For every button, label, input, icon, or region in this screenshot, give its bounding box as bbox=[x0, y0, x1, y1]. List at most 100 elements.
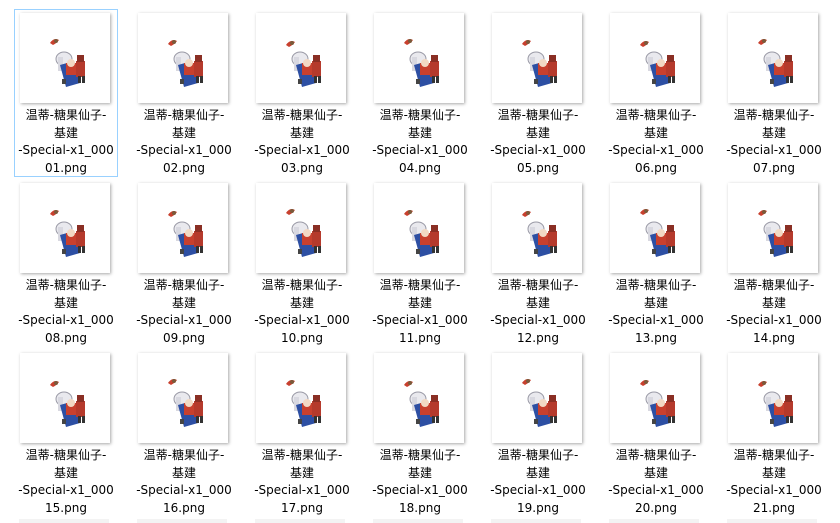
sprite-thumbnail-icon bbox=[522, 40, 557, 87]
file-item[interactable]: 温蒂-糖果仙子- 基建 -Special-x1_000 16.png bbox=[132, 349, 236, 517]
file-item[interactable]: 温蒂-糖果仙子- 基建 -Special-x1_000 15.png bbox=[14, 349, 118, 517]
file-item[interactable]: 温蒂-糖果仙子- 基建 -Special-x1_000 13.png bbox=[604, 179, 708, 347]
file-name-line: -Special-x1_000 bbox=[726, 313, 822, 327]
partial-thumbnail bbox=[137, 519, 227, 523]
file-name-line: -Special-x1_000 bbox=[372, 483, 468, 497]
file-name-line: 温蒂-糖果仙子- bbox=[25, 448, 107, 462]
file-name: 温蒂-糖果仙子- 基建 -Special-x1_000 15.png bbox=[15, 447, 117, 517]
file-item[interactable]: 温蒂-糖果仙子- 基建 -Special-x1_000 04.png bbox=[368, 9, 472, 177]
file-name: 温蒂-糖果仙子- 基建 -Special-x1_000 08.png bbox=[15, 277, 117, 347]
file-item[interactable]: 温蒂-糖果仙子- 基建 -Special-x1_000 05.png bbox=[486, 9, 590, 177]
file-name-line: -Special-x1_000 bbox=[490, 143, 586, 157]
image-thumbnail[interactable] bbox=[728, 13, 818, 103]
file-name-line: 温蒂-糖果仙子- bbox=[143, 278, 225, 292]
file-name-line: 02.png bbox=[163, 160, 205, 175]
image-thumbnail[interactable] bbox=[374, 183, 464, 273]
file-name-line: 11.png bbox=[399, 330, 441, 345]
file-name: 温蒂-糖果仙子- 基建 -Special-x1_000 07.png bbox=[723, 107, 825, 177]
file-name-line: 基建 bbox=[53, 125, 78, 140]
sprite-thumbnail-icon bbox=[168, 40, 203, 87]
image-thumbnail[interactable] bbox=[728, 183, 818, 273]
file-name: 温蒂-糖果仙子- 基建 -Special-x1_000 12.png bbox=[487, 277, 589, 347]
image-thumbnail[interactable] bbox=[492, 13, 582, 103]
image-thumbnail[interactable] bbox=[20, 13, 110, 103]
file-name-line: -Special-x1_000 bbox=[18, 483, 114, 497]
image-thumbnail[interactable] bbox=[256, 13, 346, 103]
image-thumbnail[interactable] bbox=[20, 183, 110, 273]
file-name-line: 基建 bbox=[525, 125, 550, 140]
image-thumbnail[interactable] bbox=[374, 353, 464, 443]
file-name-line: 04.png bbox=[399, 160, 441, 175]
file-item[interactable]: 温蒂-糖果仙子- 基建 -Special-x1_000 09.png bbox=[132, 179, 236, 347]
file-item[interactable]: 温蒂-糖果仙子- 基建 -Special-x1_000 01.png bbox=[14, 9, 118, 177]
sprite-thumbnail-icon bbox=[640, 41, 675, 87]
file-item[interactable]: 温蒂-糖果仙子- 基建 -Special-x1_000 14.png bbox=[722, 179, 826, 347]
image-thumbnail[interactable] bbox=[610, 183, 700, 273]
sprite-thumbnail-icon bbox=[168, 379, 203, 427]
file-item[interactable]: 温蒂-糖果仙子- 基建 -Special-x1_000 08.png bbox=[14, 179, 118, 347]
file-item[interactable]: 温蒂-糖果仙子- 基建 -Special-x1_000 07.png bbox=[722, 9, 826, 177]
file-name: 温蒂-糖果仙子- 基建 -Special-x1_000 11.png bbox=[369, 277, 471, 347]
file-name-line: 12.png bbox=[517, 330, 559, 345]
file-name: 温蒂-糖果仙子- 基建 -Special-x1_000 02.png bbox=[133, 107, 235, 177]
file-name-line: -Special-x1_000 bbox=[18, 143, 114, 157]
file-name-line: 温蒂-糖果仙子- bbox=[497, 448, 579, 462]
sprite-thumbnail-icon bbox=[640, 209, 675, 257]
file-item[interactable]: 温蒂-糖果仙子- 基建 -Special-x1_000 20.png bbox=[604, 349, 708, 517]
file-name-line: 温蒂-糖果仙子- bbox=[497, 108, 579, 122]
image-thumbnail[interactable] bbox=[138, 183, 228, 273]
file-name-line: -Special-x1_000 bbox=[18, 313, 114, 327]
file-name-line: 15.png bbox=[45, 500, 87, 515]
file-name: 温蒂-糖果仙子- 基建 -Special-x1_000 16.png bbox=[133, 447, 235, 517]
partial-thumbnail bbox=[19, 519, 109, 523]
image-thumbnail[interactable] bbox=[20, 353, 110, 443]
image-thumbnail[interactable] bbox=[138, 353, 228, 443]
file-item[interactable]: 温蒂-糖果仙子- 基建 -Special-x1_000 02.png bbox=[132, 9, 236, 177]
file-name-line: 基建 bbox=[525, 295, 550, 310]
sprite-thumbnail-icon bbox=[168, 211, 203, 257]
image-thumbnail[interactable] bbox=[610, 13, 700, 103]
image-thumbnail[interactable] bbox=[256, 183, 346, 273]
file-name-line: 14.png bbox=[753, 330, 795, 345]
file-name-line: -Special-x1_000 bbox=[372, 143, 468, 157]
file-name-line: 08.png bbox=[45, 330, 87, 345]
sprite-thumbnail-icon bbox=[404, 381, 439, 427]
image-thumbnail[interactable] bbox=[138, 13, 228, 103]
file-name-line: -Special-x1_000 bbox=[254, 313, 350, 327]
image-thumbnail[interactable] bbox=[610, 353, 700, 443]
file-item[interactable]: 温蒂-糖果仙子- 基建 -Special-x1_000 11.png bbox=[368, 179, 472, 347]
file-item[interactable]: 温蒂-糖果仙子- 基建 -Special-x1_000 17.png bbox=[250, 349, 354, 517]
file-name-line: -Special-x1_000 bbox=[608, 483, 704, 497]
image-thumbnail[interactable] bbox=[728, 353, 818, 443]
file-name-line: 基建 bbox=[289, 125, 314, 140]
sprite-thumbnail-icon bbox=[50, 210, 85, 257]
file-name-line: 01.png bbox=[45, 160, 87, 175]
file-name-line: 基建 bbox=[761, 295, 786, 310]
file-item[interactable]: 温蒂-糖果仙子- 基建 -Special-x1_000 06.png bbox=[604, 9, 708, 177]
sprite-thumbnail-icon bbox=[522, 379, 557, 427]
file-name-line: -Special-x1_000 bbox=[608, 143, 704, 157]
file-name-line: 温蒂-糖果仙子- bbox=[379, 108, 461, 122]
partial-thumbnail bbox=[727, 519, 817, 523]
image-thumbnail[interactable] bbox=[256, 353, 346, 443]
image-thumbnail[interactable] bbox=[492, 353, 582, 443]
file-item[interactable]: 温蒂-糖果仙子- 基建 -Special-x1_000 10.png bbox=[250, 179, 354, 347]
sprite-thumbnail-icon bbox=[50, 381, 85, 427]
sprite-thumbnail-icon bbox=[758, 381, 793, 427]
file-name-line: 温蒂-糖果仙子- bbox=[733, 448, 815, 462]
file-name-line: 基建 bbox=[53, 295, 78, 310]
file-name-line: 基建 bbox=[407, 465, 432, 480]
sprite-thumbnail-icon bbox=[286, 209, 321, 257]
image-thumbnail[interactable] bbox=[492, 183, 582, 273]
file-name-line: 21.png bbox=[753, 500, 795, 515]
file-item[interactable]: 温蒂-糖果仙子- 基建 -Special-x1_000 03.png bbox=[250, 9, 354, 177]
file-item[interactable]: 温蒂-糖果仙子- 基建 -Special-x1_000 18.png bbox=[368, 349, 472, 517]
file-item[interactable]: 温蒂-糖果仙子- 基建 -Special-x1_000 21.png bbox=[722, 349, 826, 517]
image-thumbnail[interactable] bbox=[374, 13, 464, 103]
sprite-thumbnail-icon bbox=[522, 211, 557, 257]
file-item[interactable]: 温蒂-糖果仙子- 基建 -Special-x1_000 12.png bbox=[486, 179, 590, 347]
file-item[interactable]: 温蒂-糖果仙子- 基建 -Special-x1_000 19.png bbox=[486, 349, 590, 517]
file-name-line: 05.png bbox=[517, 160, 559, 175]
partial-thumbnail bbox=[373, 519, 463, 523]
file-name-line: 10.png bbox=[281, 330, 323, 345]
